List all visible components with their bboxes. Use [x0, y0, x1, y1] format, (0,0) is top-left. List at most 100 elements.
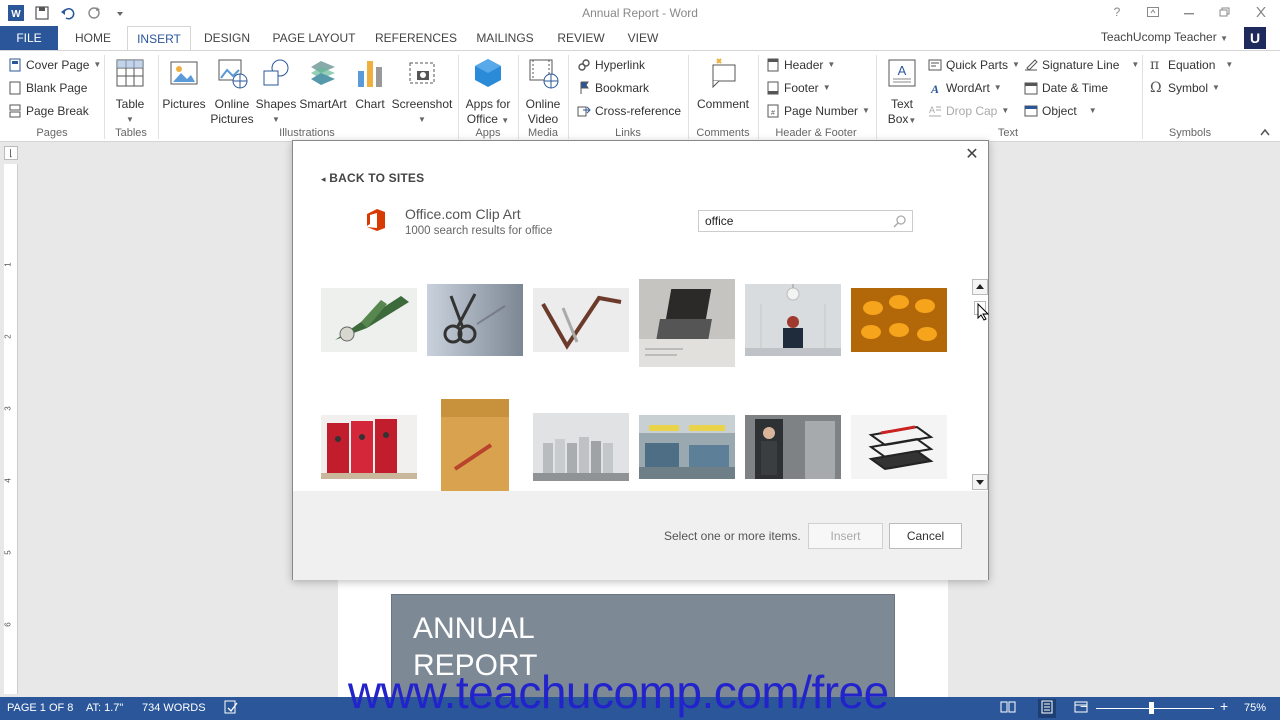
chevron-down-icon: ▼ — [1212, 83, 1220, 92]
shapes-button[interactable]: Shapes ▼ — [254, 57, 298, 127]
comment-button[interactable]: Comment — [692, 57, 754, 112]
signature-line-icon — [1025, 59, 1038, 71]
vertical-ruler[interactable]: 1 2 3 4 5 6 — [4, 164, 18, 694]
page-break-label: Page Break — [26, 104, 89, 118]
user-name[interactable]: TeachUcomp Teacher ▼ — [1101, 30, 1228, 44]
header-label: Header — [784, 58, 824, 72]
zoom-out-icon[interactable]: − — [1080, 699, 1088, 713]
minimize-icon[interactable] — [1176, 2, 1202, 22]
chart-button[interactable]: Chart — [350, 57, 390, 112]
restore-icon[interactable] — [1212, 2, 1238, 22]
page-number-button[interactable]: # Page Number ▼ — [766, 101, 870, 121]
screenshot-icon — [409, 62, 435, 84]
online-pictures-button[interactable]: Online Pictures — [208, 57, 256, 127]
page-break-button[interactable]: Page Break — [8, 101, 89, 121]
search-input[interactable] — [698, 210, 913, 232]
scroll-up-button[interactable] — [972, 279, 988, 295]
cursor-position[interactable]: AT: 1.7" — [86, 702, 123, 714]
insert-button[interactable]: Insert — [808, 523, 883, 549]
read-mode-icon[interactable] — [1000, 700, 1016, 717]
tab-design[interactable]: DESIGN — [197, 26, 257, 50]
result-thumbnail-bookshelf[interactable] — [533, 413, 629, 481]
blank-page-button[interactable]: Blank Page — [8, 78, 87, 98]
quick-parts-icon — [928, 59, 942, 71]
ribbon-tabs: FILE HOME INSERT DESIGN PAGE LAYOUT REFE… — [0, 26, 1280, 50]
object-button[interactable]: Object ▼ — [1024, 101, 1097, 121]
tab-file[interactable]: FILE — [0, 26, 58, 50]
zoom-slider[interactable] — [1096, 708, 1214, 709]
hyperlink-button[interactable]: Hyperlink — [577, 55, 645, 75]
zoom-level[interactable]: 75% — [1244, 702, 1266, 714]
result-thumbnail-red-binders[interactable] — [321, 415, 417, 479]
word-count[interactable]: 734 WORDS — [142, 702, 206, 714]
ruler-number: 1 — [3, 262, 13, 267]
search-icon[interactable] — [893, 214, 907, 228]
result-thumbnail-man-in-doorway[interactable] — [745, 415, 841, 479]
bookmark-button[interactable]: Bookmark — [577, 78, 649, 98]
apps-label-1: Apps for — [465, 97, 511, 111]
symbol-button[interactable]: Ω Symbol ▼ — [1150, 78, 1220, 98]
tab-mailings[interactable]: MAILINGS — [470, 26, 540, 50]
pictures-label: Pictures — [162, 97, 206, 111]
zoom-slider-handle[interactable] — [1149, 702, 1155, 714]
page-indicator[interactable]: PAGE 1 OF 8 — [7, 702, 73, 714]
quick-parts-button[interactable]: Quick Parts ▼ — [928, 55, 1020, 75]
window-title: Annual Report - Word — [582, 6, 698, 20]
apps-store-icon — [475, 59, 501, 87]
back-to-sites-link[interactable]: ◂ BACK TO SITES — [321, 171, 424, 185]
drop-cap-icon: A — [929, 105, 941, 117]
screenshot-button[interactable]: Screenshot ▼ — [390, 57, 454, 127]
result-thumbnail-orange-abacus[interactable] — [851, 288, 947, 352]
print-layout-icon[interactable] — [1038, 699, 1056, 718]
apps-for-office-button[interactable]: Apps for Office ▼ — [460, 57, 516, 128]
footer-button[interactable]: Footer ▼ — [766, 78, 831, 98]
chevron-down-icon: ▼ — [93, 60, 102, 69]
date-time-button[interactable]: Date & Time — [1024, 78, 1108, 98]
cover-page-button[interactable]: Cover Page ▼ — [8, 55, 101, 75]
result-thumbnail-scissors[interactable] — [427, 284, 523, 356]
result-thumbnail-wire-tray[interactable] — [851, 415, 947, 479]
result-thumbnail-person-lamp[interactable] — [745, 284, 841, 356]
table-button[interactable]: Table ▼ — [110, 57, 150, 127]
signature-line-button[interactable]: Signature Line ▼ — [1024, 55, 1139, 75]
drop-cap-button[interactable]: A Drop Cap ▼ — [928, 101, 1009, 121]
online-video-label-2: Video — [527, 112, 559, 126]
window-controls: ? — [1104, 2, 1274, 22]
online-pictures-label-2: Pictures — [210, 112, 254, 126]
result-thumbnail-confidential-folder[interactable] — [441, 399, 509, 491]
ruler-number: 3 — [3, 406, 13, 411]
collapse-ribbon-icon[interactable] — [1260, 127, 1270, 139]
result-thumbnail-office-room[interactable] — [639, 415, 735, 479]
smartart-button[interactable]: SmartArt — [298, 57, 348, 112]
help-icon[interactable]: ? — [1104, 2, 1130, 22]
tab-review[interactable]: REVIEW — [552, 26, 610, 50]
online-video-label-1: Online — [525, 97, 561, 111]
cross-reference-button[interactable]: Cross-reference — [577, 101, 681, 121]
online-video-button[interactable]: Online Video — [520, 57, 566, 127]
proofing-icon[interactable] — [224, 700, 238, 717]
tab-selector-icon[interactable]: ⌊ — [4, 146, 18, 160]
header-icon — [767, 58, 779, 72]
close-window-icon[interactable] — [1248, 2, 1274, 22]
result-thumbnail-laptop-desk[interactable] — [639, 279, 735, 367]
tab-home[interactable]: HOME — [64, 26, 122, 50]
equation-button[interactable]: π Equation ▼ — [1150, 55, 1233, 75]
cancel-button[interactable]: Cancel — [889, 523, 962, 549]
text-box-button[interactable]: A Text Box▼ — [880, 57, 924, 128]
zoom-in-icon[interactable]: + — [1220, 699, 1228, 713]
equation-label: Equation — [1168, 58, 1216, 72]
group-label-tables: Tables — [115, 127, 147, 139]
tab-insert[interactable]: INSERT — [127, 26, 191, 50]
scroll-down-button[interactable] — [972, 474, 988, 490]
close-icon[interactable]: ✕ — [964, 147, 980, 163]
result-thumbnail-pen-chart[interactable] — [533, 288, 629, 352]
avatar[interactable]: U — [1244, 27, 1266, 49]
tab-page-layout[interactable]: PAGE LAYOUT — [266, 26, 362, 50]
tab-references[interactable]: REFERENCES — [372, 26, 460, 50]
header-button[interactable]: Header ▼ — [766, 55, 835, 75]
wordart-button[interactable]: A WordArt ▼ — [928, 78, 1002, 98]
pictures-button[interactable]: Pictures — [160, 57, 208, 112]
tab-view[interactable]: VIEW — [620, 26, 666, 50]
result-thumbnail-green-paperclip[interactable] — [321, 288, 417, 352]
ribbon-display-icon[interactable] — [1140, 2, 1166, 22]
